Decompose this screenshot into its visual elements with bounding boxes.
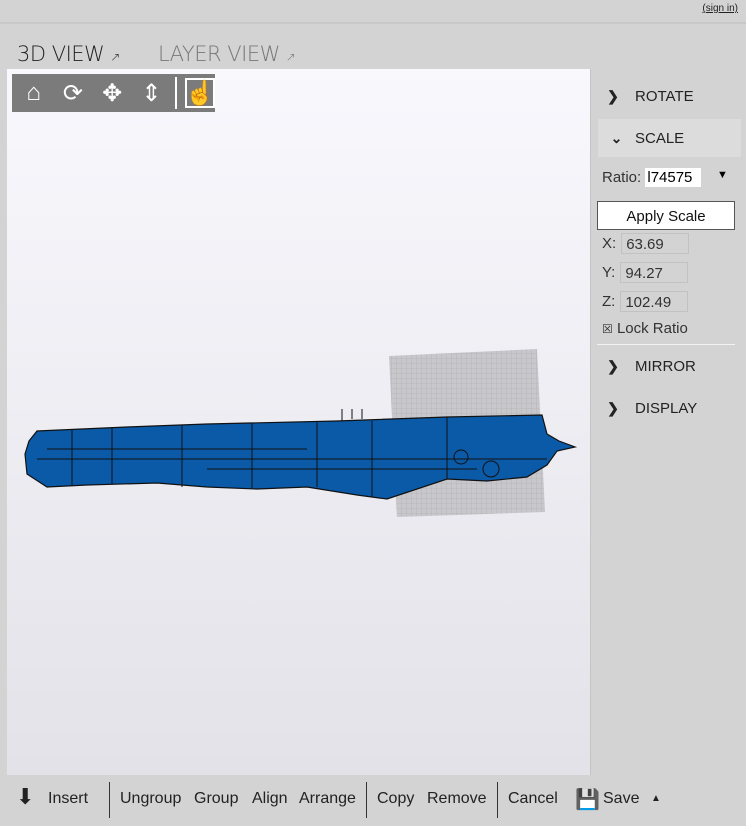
mirror-label: MIRROR bbox=[635, 357, 696, 375]
display-section-toggle[interactable]: ❯ DISPLAY bbox=[591, 389, 741, 427]
model-scene bbox=[24, 349, 578, 517]
ratio-row: Ratio: bbox=[602, 168, 702, 187]
save-options-caret-icon[interactable]: ▲ bbox=[651, 793, 661, 804]
scale-section-toggle[interactable]: ⌄ SCALE bbox=[598, 119, 741, 157]
bottom-toolbar: ⬇ Insert Ungroup Group Align Arrange Cop… bbox=[0, 776, 746, 826]
display-label: DISPLAY bbox=[635, 399, 698, 417]
chevron-right-icon: ❯ bbox=[607, 87, 619, 104]
y-label: Y: bbox=[602, 264, 616, 281]
save-icon[interactable]: 💾 bbox=[575, 787, 600, 812]
divider bbox=[366, 782, 367, 818]
arrange-button[interactable]: Arrange bbox=[299, 790, 356, 808]
save-button[interactable]: Save bbox=[603, 790, 639, 808]
mirror-section-toggle[interactable]: ❯ MIRROR bbox=[591, 347, 741, 385]
tab-label: LAYER VIEW bbox=[158, 42, 280, 66]
scale-label: SCALE bbox=[635, 129, 685, 147]
insert-icon[interactable]: ⬇ bbox=[16, 784, 34, 810]
x-label: X: bbox=[602, 235, 617, 252]
rotate-label: ROTATE bbox=[635, 87, 694, 105]
chevron-right-icon: ❯ bbox=[607, 399, 619, 416]
ratio-dropdown-icon[interactable]: ▼ bbox=[717, 169, 728, 181]
ratio-label: Ratio: bbox=[602, 169, 642, 186]
y-row: Y: 94.27 bbox=[602, 262, 689, 283]
divider bbox=[109, 782, 110, 818]
chevron-right-icon: ❯ bbox=[607, 357, 619, 374]
divider bbox=[597, 344, 735, 345]
lock-ratio-label: Lock Ratio bbox=[616, 320, 688, 337]
z-label: Z: bbox=[602, 293, 616, 310]
ratio-input[interactable] bbox=[645, 168, 702, 187]
divider bbox=[497, 782, 498, 818]
align-button[interactable]: Align bbox=[252, 790, 288, 808]
top-bar: (sign in) bbox=[0, 0, 746, 24]
right-sidebar: ❯ ROTATE ⌄ SCALE Ratio: ▼ Apply Scale X:63… bbox=[590, 69, 746, 775]
z-row: Z: 102.49 bbox=[602, 291, 689, 312]
external-link-icon[interactable]: ↗ bbox=[286, 50, 296, 64]
y-input[interactable]: 94.27 bbox=[620, 262, 689, 283]
copy-button[interactable]: Copy bbox=[377, 790, 414, 808]
z-input[interactable]: 102.49 bbox=[620, 291, 689, 312]
x-input[interactable]: 63.69 bbox=[621, 233, 690, 254]
rotate-section-toggle[interactable]: ❯ ROTATE bbox=[591, 77, 741, 115]
chevron-down-icon: ⌄ bbox=[610, 129, 623, 146]
tab-3d-view[interactable]: 3D VIEW ↗ bbox=[17, 42, 120, 66]
ungroup-button[interactable]: Ungroup bbox=[120, 790, 181, 808]
external-link-icon[interactable]: ↗ bbox=[110, 50, 120, 64]
tab-label: 3D VIEW bbox=[17, 42, 105, 66]
lock-ratio-checkbox[interactable]: ☒ Lock Ratio bbox=[602, 320, 688, 337]
x-row: X: 63.69 bbox=[602, 233, 690, 254]
checkbox-icon[interactable]: ☒ bbox=[602, 322, 613, 336]
tab-layer-view[interactable]: LAYER VIEW ↗ bbox=[158, 42, 296, 66]
apply-scale-button[interactable]: Apply Scale bbox=[597, 201, 735, 230]
sign-in-link[interactable]: (sign in) bbox=[702, 3, 738, 14]
group-button[interactable]: Group bbox=[194, 790, 238, 808]
3d-viewport[interactable]: ⌂ ⟳ ✥ ⇕ ☝ bbox=[7, 69, 590, 775]
insert-button[interactable]: Insert bbox=[48, 790, 88, 808]
cancel-button[interactable]: Cancel bbox=[508, 790, 558, 808]
remove-button[interactable]: Remove bbox=[427, 790, 487, 808]
